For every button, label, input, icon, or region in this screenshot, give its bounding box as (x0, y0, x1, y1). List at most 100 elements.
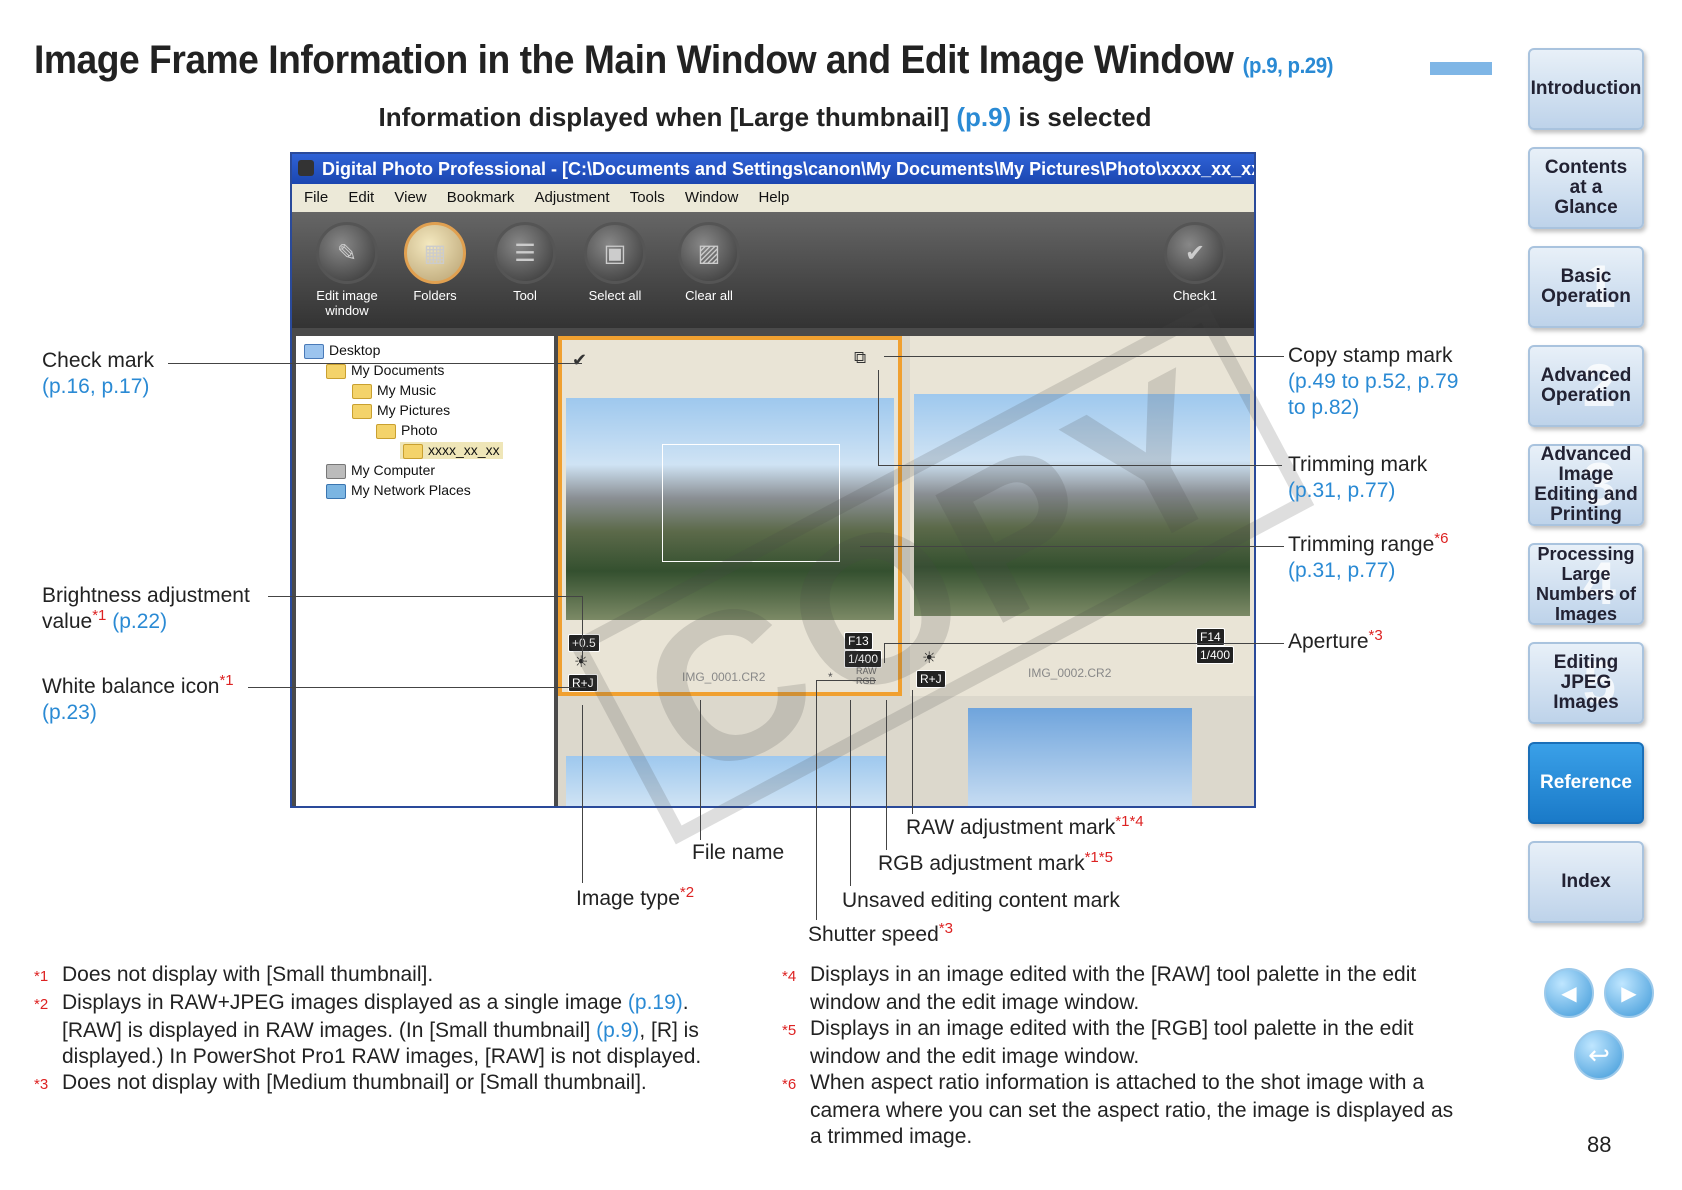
trimming-mark-ref[interactable]: (p.31, p.77) (1288, 478, 1427, 504)
leader-aperture (884, 643, 1284, 644)
clear-all-icon: ▨ (678, 222, 740, 284)
callout-brightness: Brightness adjustment value*1 (p.22) (42, 584, 250, 633)
tree-item-my-documents[interactable]: My Documents (326, 362, 444, 379)
leader-aperture-v (884, 643, 885, 663)
menu-file[interactable]: File (304, 189, 328, 206)
leader-unsaved (850, 700, 851, 886)
select-all-button[interactable]: ▣ Select all (570, 222, 660, 303)
white-balance-ref[interactable]: (p.23) (42, 700, 234, 726)
tree-item-photo[interactable]: Photo (376, 422, 438, 439)
leader-trimming-range (860, 546, 1284, 547)
select-all-icon: ▣ (584, 222, 646, 284)
tool-button[interactable]: ☰ Tool (480, 222, 570, 303)
leader-copy-stamp (884, 356, 1284, 357)
footnotes-right: *4 Displays in an image edited with the [… (782, 962, 1502, 1150)
menu-edit[interactable]: Edit (348, 189, 374, 206)
leader-image-type (582, 705, 583, 883)
footnote-6: *6 When aspect ratio information is attac… (782, 1071, 1424, 1094)
leader-brightness (268, 596, 582, 597)
file-name-label-2: IMG_0002.CR2 (1028, 666, 1112, 680)
folder-tree: Desktop My Documents My Music My Picture… (296, 336, 554, 806)
menu-window[interactable]: Window (685, 189, 738, 206)
window-title-bar: Digital Photo Professional - [C:\Documen… (292, 154, 1254, 184)
arrow-left-icon: ◀ (1561, 982, 1577, 1005)
subtitle-page-ref[interactable]: (p.9) (956, 102, 1011, 132)
app-icon (298, 160, 314, 176)
prev-page-button[interactable]: ◀ (1544, 968, 1594, 1018)
brightness-ref[interactable]: (p.22) (112, 610, 167, 633)
footnote-1: *1 Does not display with [Small thumbnail… (34, 963, 434, 986)
footnote-2b-ref[interactable]: (p.9) (596, 1019, 639, 1042)
nav-processing-large-numbers[interactable]: 4 Processing Large Numbers of Images (1528, 543, 1644, 625)
footnote-2: *2 Displays in RAW+JPEG images displayed … (34, 991, 689, 1014)
title-accent-bar (1430, 62, 1492, 75)
leader-rgb-adj (886, 700, 887, 850)
footnotes-left: *1 Does not display with [Small thumbnail… (34, 962, 744, 1098)
tool-icon: ☰ (494, 222, 556, 284)
callout-trimming-range: Trimming range*6 (p.31, p.77) (1288, 530, 1449, 584)
tree-item-my-pictures[interactable]: My Pictures (352, 402, 450, 419)
menu-view[interactable]: View (394, 189, 426, 206)
menu-bar: File Edit View Bookmark Adjustment Tools… (292, 184, 1254, 212)
tree-item-selected-folder[interactable]: xxxx_xx_xx (400, 442, 503, 459)
folders-button[interactable]: ▦ Folders (390, 222, 480, 303)
callout-check-mark: Check mark (p.16, p.17) (42, 349, 155, 400)
leader-raw-adj (912, 690, 913, 814)
next-page-button[interactable]: ▶ (1604, 968, 1654, 1018)
callout-rgb-adjustment: RGB adjustment mark*1*5 (878, 849, 1113, 875)
nav-advanced-image-editing[interactable]: 3 Advanced Image Editing and Printing (1528, 444, 1644, 526)
nav-reference[interactable]: Reference (1528, 742, 1644, 824)
menu-tools[interactable]: Tools (630, 189, 665, 206)
callout-aperture: Aperture*3 (1288, 627, 1383, 653)
leader-white-balance (248, 687, 586, 688)
leader-shutter-h (816, 680, 876, 681)
trimming-range-ref[interactable]: (p.31, p.77) (1288, 558, 1448, 584)
thumbnail-image-4 (968, 708, 1192, 806)
title-page-ref[interactable]: (p.9, p.29) (1243, 53, 1334, 78)
menu-bookmark[interactable]: Bookmark (447, 189, 515, 206)
copy-stamp-ref[interactable]: (p.49 to p.52, p.79 (1288, 369, 1458, 395)
nav-contents-at-a-glance[interactable]: Contents at a Glance (1528, 147, 1644, 229)
page-number: 88 (1587, 1132, 1612, 1157)
check1-icon: ✔ (1164, 222, 1226, 284)
check1-button[interactable]: ✔ Check1 (1150, 222, 1240, 303)
menu-adjustment[interactable]: Adjustment (535, 189, 610, 206)
callout-white-balance: White balance icon*1 (p.23) (42, 672, 234, 726)
nav-editing-jpeg[interactable]: 5 Editing JPEG Images (1528, 642, 1644, 724)
folders-icon: ▦ (404, 222, 466, 284)
nav-basic-operation[interactable]: 1 Basic Operation (1528, 246, 1644, 328)
footnote-2-ref[interactable]: (p.19) (628, 991, 683, 1014)
leader-file-name (700, 700, 701, 840)
leader-trimming-mark-v (878, 370, 879, 466)
tree-item-my-music[interactable]: My Music (352, 382, 436, 399)
callout-trimming-mark: Trimming mark (p.31, p.77) (1288, 453, 1428, 504)
check-mark-icon: ✔ (572, 350, 588, 370)
edit-image-icon: ✎ (316, 222, 378, 284)
clear-all-button[interactable]: ▨ Clear all (664, 222, 754, 303)
leader-brightness-v (582, 596, 583, 662)
tree-item-desktop[interactable]: Desktop (304, 342, 380, 359)
copy-stamp-icon: ⧉ (854, 348, 867, 367)
check-mark-ref[interactable]: (p.16, p.17) (42, 374, 154, 400)
nav-introduction[interactable]: Introduction (1528, 48, 1644, 130)
edit-image-window-button[interactable]: ✎ Edit image window (302, 222, 392, 318)
callout-unsaved: Unsaved editing content mark (842, 889, 1120, 912)
tree-item-my-network-places[interactable]: My Network Places (326, 482, 471, 499)
leader-shutter (816, 680, 817, 920)
leader-check-mark (168, 363, 582, 364)
menu-help[interactable]: Help (758, 189, 789, 206)
nav-index[interactable]: Index (1528, 841, 1644, 923)
callout-copy-stamp: Copy stamp mark (p.49 to p.52, p.79 to p… (1288, 344, 1459, 419)
tree-item-my-computer[interactable]: My Computer (326, 462, 435, 479)
footnote-5: *5 Displays in an image edited with the [… (782, 1017, 1414, 1040)
page-title: Image Frame Information in the Main Wind… (34, 38, 1334, 82)
nav-advanced-operation[interactable]: 2 Advanced Operation (1528, 345, 1644, 427)
callout-image-type: Image type*2 (576, 884, 695, 910)
return-button[interactable]: ↩ (1574, 1030, 1624, 1080)
footnote-4: *4 Displays in an image edited with the [… (782, 963, 1417, 986)
toolbar: ✎ Edit image window ▦ Folders ☰ Tool ▣ Selec… (292, 212, 1254, 328)
leader-trimming-mark (878, 465, 1282, 466)
callout-shutter-speed: Shutter speed*3 (808, 920, 953, 946)
return-icon: ↩ (1588, 1039, 1610, 1070)
footnote-2-cont: [RAW] is displayed in RAW images. (In [S… (62, 1019, 699, 1042)
